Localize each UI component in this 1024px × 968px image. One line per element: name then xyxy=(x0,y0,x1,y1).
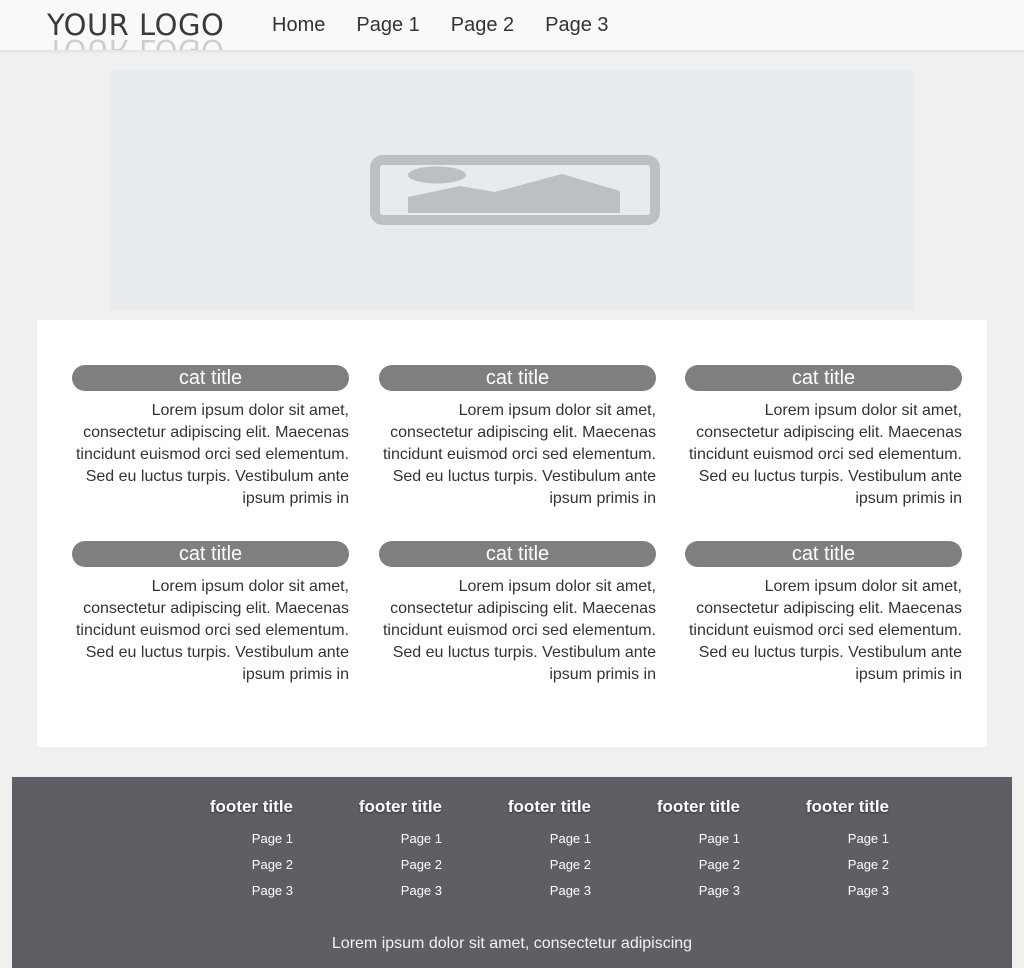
footer-link-page-2[interactable]: Page 2 xyxy=(322,852,442,878)
footer-link-page-2[interactable]: Page 2 xyxy=(620,852,740,878)
cat-body: Lorem ipsum dolor sit amet, consectetur … xyxy=(688,578,962,683)
cat-title[interactable]: cat title xyxy=(72,541,349,567)
cat-body: Lorem ipsum dolor sit amet, consectetur … xyxy=(688,402,962,507)
footer-column: footer title Page 1 Page 2 Page 3 xyxy=(173,796,293,904)
cat-title[interactable]: cat title xyxy=(379,365,656,391)
cat-body: Lorem ipsum dolor sit amet, consectetur … xyxy=(382,578,656,683)
nav-page-3[interactable]: Page 3 xyxy=(545,14,608,37)
footer-link-page-2[interactable]: Page 2 xyxy=(769,852,889,878)
footer-title: footer title xyxy=(507,797,591,816)
category-card: cat title Lorem ipsum dolor sit amet, co… xyxy=(379,365,656,510)
cat-body: Lorem ipsum dolor sit amet, consectetur … xyxy=(75,578,349,683)
logo-reflection: YOUR LOGO xyxy=(47,33,225,50)
footer-note: Lorem ipsum dolor sit amet, consectetur … xyxy=(331,935,693,952)
image-placeholder-icon xyxy=(370,155,660,225)
category-card: cat title Lorem ipsum dolor sit amet, co… xyxy=(72,365,349,510)
footer-link-page-1[interactable]: Page 1 xyxy=(173,826,293,852)
footer-title: footer title xyxy=(656,797,740,816)
footer-title: footer title xyxy=(358,797,442,816)
footer-link-page-1[interactable]: Page 1 xyxy=(471,826,591,852)
footer-link-page-3[interactable]: Page 3 xyxy=(173,878,293,904)
footer-column: footer title Page 1 Page 2 Page 3 xyxy=(769,796,889,904)
footer: footer title Page 1 Page 2 Page 3 footer… xyxy=(12,777,1012,968)
footer-link-page-3[interactable]: Page 3 xyxy=(769,878,889,904)
content-panel: cat title Lorem ipsum dolor sit amet, co… xyxy=(37,320,987,747)
hero-banner xyxy=(110,70,914,310)
cat-title[interactable]: cat title xyxy=(685,365,962,391)
footer-column: footer title Page 1 Page 2 Page 3 xyxy=(620,796,740,904)
footer-link-page-1[interactable]: Page 1 xyxy=(620,826,740,852)
cat-body: Lorem ipsum dolor sit amet, consectetur … xyxy=(382,402,656,507)
footer-link-page-1[interactable]: Page 1 xyxy=(322,826,442,852)
nav-home[interactable]: Home xyxy=(272,14,325,37)
footer-column: footer title Page 1 Page 2 Page 3 xyxy=(322,796,442,904)
category-card: cat title Lorem ipsum dolor sit amet, co… xyxy=(72,541,349,686)
footer-link-page-3[interactable]: Page 3 xyxy=(620,878,740,904)
category-card: cat title Lorem ipsum dolor sit amet, co… xyxy=(379,541,656,686)
footer-title: footer title xyxy=(805,797,889,816)
main-nav: Home Page 1 Page 2 Page 3 xyxy=(272,0,640,50)
footer-column: footer title Page 1 Page 2 Page 3 xyxy=(471,796,591,904)
cat-body: Lorem ipsum dolor sit amet, consectetur … xyxy=(75,402,349,507)
footer-link-page-3[interactable]: Page 3 xyxy=(322,878,442,904)
footer-title: footer title xyxy=(209,797,293,816)
category-card: cat title Lorem ipsum dolor sit amet, co… xyxy=(685,365,962,510)
cat-title[interactable]: cat title xyxy=(379,541,656,567)
cat-title[interactable]: cat title xyxy=(72,365,349,391)
header: YOUR LOGO YOUR LOGO Home Page 1 Page 2 P… xyxy=(0,0,1024,51)
footer-link-page-2[interactable]: Page 2 xyxy=(173,852,293,878)
category-card: cat title Lorem ipsum dolor sit amet, co… xyxy=(685,541,962,686)
nav-page-2[interactable]: Page 2 xyxy=(451,14,514,37)
footer-link-page-2[interactable]: Page 2 xyxy=(471,852,591,878)
logo[interactable]: YOUR LOGO YOUR LOGO xyxy=(47,8,224,50)
cat-title[interactable]: cat title xyxy=(685,541,962,567)
nav-page-1[interactable]: Page 1 xyxy=(356,14,419,37)
footer-link-page-3[interactable]: Page 3 xyxy=(471,878,591,904)
footer-link-page-1[interactable]: Page 1 xyxy=(769,826,889,852)
